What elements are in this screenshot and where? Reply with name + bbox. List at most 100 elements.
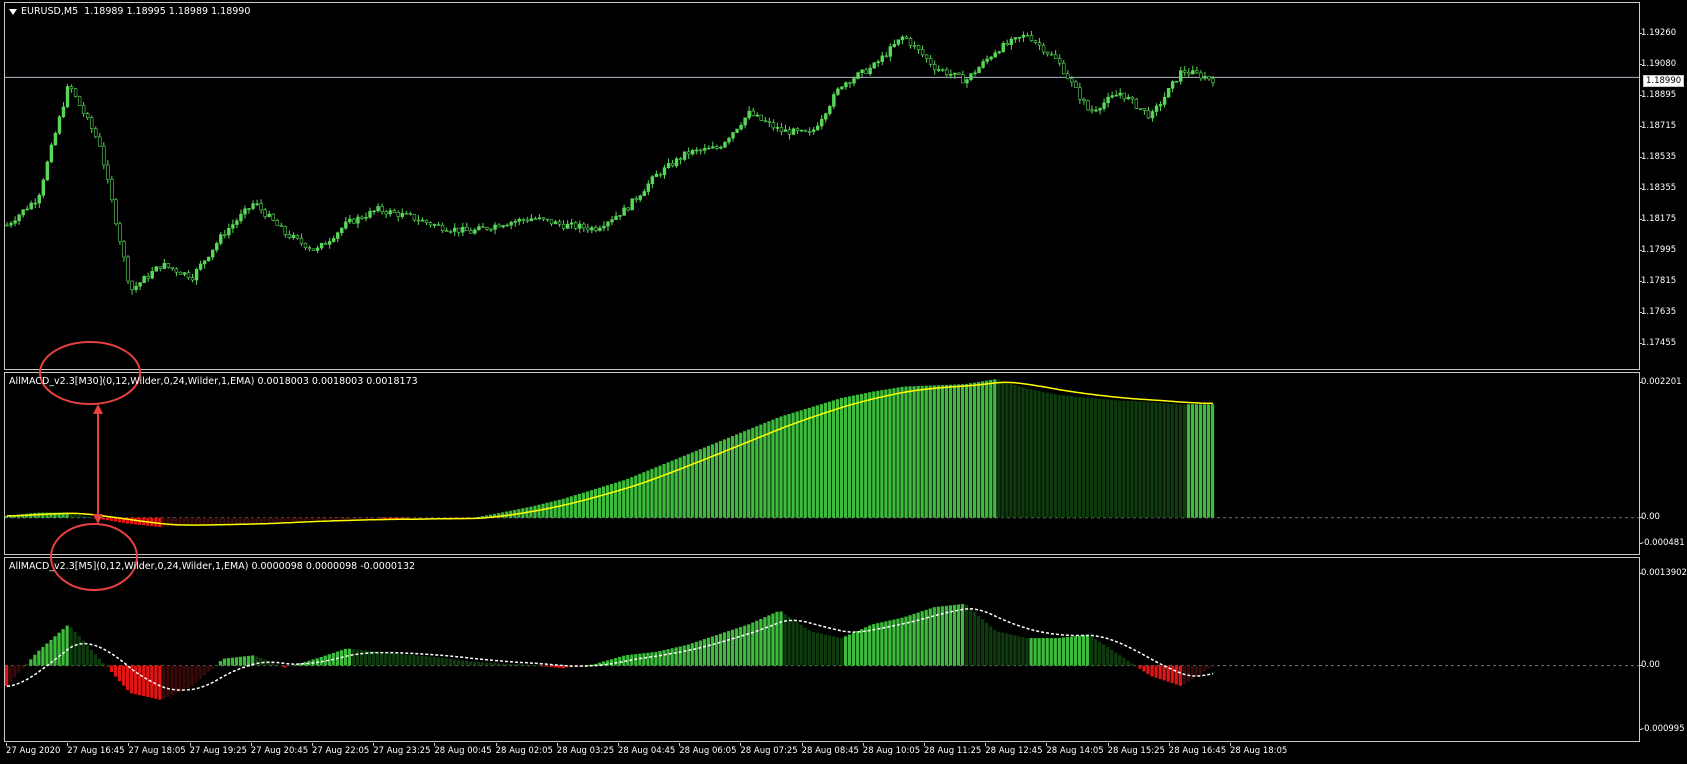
macd-histogram-bar (202, 517, 206, 525)
candle-body (699, 149, 703, 152)
macd-histogram-bar (400, 653, 404, 666)
candle-body (1211, 78, 1215, 83)
macd-histogram-bar (767, 421, 771, 518)
macd-m5-value-axis[interactable]: 0.0013902 0.00 -0.000995 (1639, 557, 1687, 742)
time-tick-label: 28 Aug 10:05 (862, 743, 921, 756)
macd-histogram-bar (65, 625, 69, 666)
macd-histogram-bar (101, 517, 106, 520)
macd-histogram-bar (618, 481, 622, 518)
macd-histogram-bar (932, 385, 936, 518)
chevron-down-icon[interactable] (9, 8, 17, 15)
macd-histogram-bar (1017, 636, 1021, 666)
macd-m30-indicator-panel[interactable]: AllMACD_v2.3[M30](0,12,Wilder,0,24,Wilde… (4, 372, 1640, 555)
macd-m5-histogram-plot[interactable] (5, 558, 1640, 742)
candle-body (1041, 44, 1046, 53)
time-tick-label: 28 Aug 18:05 (1230, 743, 1288, 756)
candle-body (892, 44, 897, 47)
macd-histogram-bar (710, 636, 715, 666)
macd-histogram-bar (287, 665, 291, 667)
macd-histogram-bar (731, 629, 735, 666)
macd-histogram-bar (53, 636, 57, 666)
candle-body (53, 132, 58, 146)
macd-histogram-bar (956, 384, 961, 518)
time-tick-label: 28 Aug 11:25 (924, 743, 982, 756)
macd-histogram-bar (823, 634, 827, 666)
candle-body (860, 69, 864, 74)
macd-m30-histogram-plot[interactable] (5, 373, 1640, 555)
macd-histogram-bar (852, 632, 856, 666)
macd-histogram-bar (876, 390, 880, 518)
macd-histogram-bar (960, 384, 965, 518)
candle-body (162, 263, 167, 269)
candle-body (65, 86, 70, 108)
macd-histogram-bar (751, 622, 755, 666)
macd-m30-value-axis[interactable]: 0.002201 0.00 -0.000481 (1639, 372, 1687, 555)
candle-body (263, 209, 267, 217)
macd-histogram-bar (376, 517, 380, 519)
candle-body (658, 173, 663, 176)
macd-histogram-bar (545, 502, 549, 518)
macd-histogram-bar (1013, 635, 1017, 666)
macd-histogram-bar (327, 517, 331, 520)
macd-histogram-bar (355, 517, 360, 520)
candle-body (711, 146, 715, 149)
macd-histogram-bar (638, 653, 642, 666)
candle-body (517, 218, 521, 222)
macd-histogram-bar (843, 636, 848, 666)
price-tick-label: 1.18355 (1638, 183, 1677, 193)
candle-body (477, 226, 481, 231)
macd-histogram-bar (1057, 637, 1061, 666)
macd-histogram-bar (456, 659, 460, 666)
macd-histogram-bar (799, 624, 803, 666)
candle-body (767, 121, 772, 123)
macd-histogram-bar (1186, 665, 1190, 682)
macd-histogram-bar (1073, 636, 1078, 666)
candle-body (461, 226, 465, 233)
candle-body (118, 223, 122, 242)
macd-histogram-bar (771, 419, 775, 518)
candle-body (271, 213, 275, 221)
candle-body (142, 276, 146, 284)
macd-histogram-bar (25, 663, 29, 666)
trading-terminal-chart-window: EURUSD,M5 1.18989 1.18995 1.18989 1.1899… (0, 0, 1687, 764)
candle-body (283, 226, 288, 235)
candle-body (416, 219, 421, 222)
candle-body (920, 49, 925, 56)
candle-body (114, 199, 118, 225)
candle-body (1053, 54, 1058, 59)
price-chart-panel[interactable]: EURUSD,M5 1.18989 1.18995 1.18989 1.1899… (4, 2, 1640, 370)
macd-histogram-bar (291, 517, 295, 522)
macd-histogram-bar (1122, 657, 1126, 666)
price-axis[interactable]: 1.19260 1.19080 1.18895 1.18715 1.18535 1.183… (1638, 2, 1687, 370)
macd-m5-indicator-panel[interactable]: AllMACD_v2.3[M5](0,12,Wilder,0,24,Wilder… (4, 557, 1640, 742)
time-axis[interactable]: 27 Aug 2020 27 Aug 16:45 27 Aug 18:05 27 Au… (4, 743, 1640, 762)
macd-histogram-bar (105, 517, 110, 521)
macd-histogram-bar (610, 483, 614, 518)
candle-body (174, 268, 179, 273)
candle-body (279, 225, 283, 227)
candle-body (1102, 102, 1106, 109)
macd-histogram-bar (722, 632, 727, 666)
macd-histogram-bar (109, 665, 114, 673)
candle-body (348, 218, 352, 223)
candle-body (1005, 43, 1009, 45)
candle-body (1191, 70, 1195, 75)
candle-body (1009, 38, 1014, 45)
macd-histogram-bar (61, 629, 65, 666)
macd-histogram-bar (1025, 388, 1029, 518)
candle-body (1090, 109, 1094, 112)
macd-histogram-bar (985, 622, 989, 666)
macd-histogram-bar (190, 517, 194, 526)
candle-body (17, 214, 21, 222)
time-tick-label: 28 Aug 03:25 (556, 743, 615, 756)
candle-body (981, 61, 985, 68)
macd-histogram-bar (251, 517, 255, 524)
macd-histogram-bar (1041, 391, 1045, 518)
candle-body (977, 67, 981, 74)
macd-histogram-bar (803, 409, 807, 518)
price-candlestick-plot[interactable] (5, 3, 1640, 370)
candle-body (553, 221, 558, 225)
macd-histogram-bar (900, 617, 904, 666)
candle-body (158, 266, 162, 269)
candle-body (654, 173, 659, 177)
